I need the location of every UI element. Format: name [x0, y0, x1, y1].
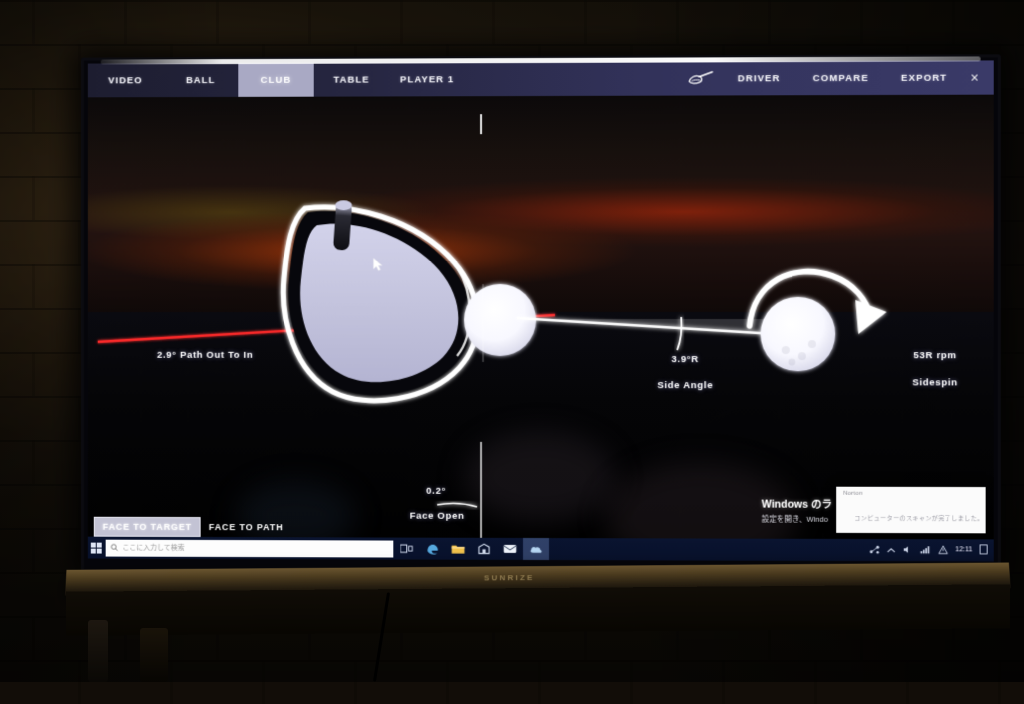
- search-icon: [111, 544, 119, 552]
- launch-monitor-app: VIDEO BALL CLUB TABLE PLAYER 1: [88, 60, 994, 561]
- wifi-icon[interactable]: [920, 541, 931, 559]
- norton-message: コンピューターのスキャンが完了しました。: [854, 513, 983, 522]
- tv-screen: VIDEO BALL CLUB TABLE PLAYER 1: [88, 60, 994, 561]
- close-icon-glyph: ×: [970, 70, 978, 86]
- label-side-angle-name-text: Side Angle: [657, 380, 713, 391]
- label-sidespin-name-text: Sidespin: [912, 377, 958, 388]
- button-driver[interactable]: DRIVER: [722, 73, 797, 84]
- golf-ball-spin: [761, 297, 836, 371]
- label-sidespin-name: Sidespin: [893, 377, 978, 388]
- tab-face-to-path-label: FACE TO PATH: [209, 522, 284, 532]
- warning-icon[interactable]: [938, 541, 948, 559]
- windows-update-notification: Windows のラ 設定を開き、Windo: [762, 497, 832, 525]
- label-club-path: 2.9° Path Out To In: [157, 350, 253, 361]
- driver-club-head: [283, 200, 477, 401]
- system-tray: 12:11: [869, 539, 993, 562]
- tab-player-1[interactable]: PLAYER 1: [389, 62, 465, 96]
- button-driver-label: DRIVER: [738, 73, 781, 84]
- norton-toast-popup[interactable]: Norton コンピューターのスキャンが完了しました。: [836, 487, 985, 534]
- mail-icon[interactable]: [497, 538, 523, 560]
- tab-video-label: VIDEO: [108, 75, 143, 86]
- top-navigation-bar: VIDEO BALL CLUB TABLE PLAYER 1: [88, 60, 994, 97]
- start-button-icon[interactable]: [88, 537, 104, 559]
- floor-object-left: [88, 620, 108, 682]
- tab-face-to-path[interactable]: FACE TO PATH: [201, 518, 292, 536]
- tab-player-1-label: PLAYER 1: [400, 74, 454, 85]
- bottom-tab-group: FACE TO TARGET FACE TO PATH: [94, 517, 292, 537]
- search-input[interactable]: ここに入力して検索: [106, 539, 394, 557]
- tab-club[interactable]: CLUB: [238, 63, 313, 97]
- label-side-angle-name: Side Angle: [637, 380, 733, 391]
- close-icon[interactable]: ×: [963, 60, 985, 94]
- volume-icon[interactable]: [903, 541, 913, 559]
- network-icon[interactable]: [869, 541, 879, 559]
- label-club-path-text: 2.9° Path Out To In: [157, 350, 253, 361]
- nav-right-group: DRIVER COMPARE EXPORT ×: [688, 60, 994, 95]
- task-view-icon[interactable]: [393, 538, 419, 560]
- tab-club-label: CLUB: [261, 74, 292, 85]
- tv-stand-front: [66, 584, 1010, 635]
- weather-icon[interactable]: [523, 538, 549, 560]
- norton-logo: Norton: [843, 491, 862, 497]
- golf-ball-impact: [464, 284, 536, 356]
- store-icon[interactable]: [471, 538, 497, 560]
- edge-icon[interactable]: [419, 538, 445, 560]
- face-open-leader: [437, 503, 477, 507]
- search-placeholder: ここに入力して検索: [122, 543, 184, 553]
- taskbar-clock[interactable]: 12:11: [955, 547, 972, 554]
- floor-object-right: [140, 628, 168, 682]
- television: VIDEO BALL CLUB TABLE PLAYER 1: [81, 54, 1001, 575]
- windows-taskbar: ここに入力して検索: [88, 537, 994, 562]
- tab-video[interactable]: VIDEO: [88, 63, 163, 97]
- label-face-angle-name-text: Face Open: [410, 511, 465, 522]
- windows-update-body: 設定を開き、Windo: [762, 514, 832, 525]
- button-compare[interactable]: COMPARE: [797, 72, 885, 83]
- notification-center-icon[interactable]: [980, 541, 988, 559]
- label-face-angle-name: Face Open: [395, 511, 479, 522]
- tab-ball[interactable]: BALL: [163, 63, 238, 97]
- golf-driver-icon: [688, 68, 716, 88]
- button-export-label: EXPORT: [901, 72, 947, 83]
- nav-left-group: VIDEO BALL CLUB TABLE PLAYER 1: [88, 62, 465, 97]
- file-explorer-icon[interactable]: [445, 538, 471, 560]
- label-sidespin-value: 53R rpm: [893, 350, 978, 361]
- button-compare-label: COMPARE: [813, 72, 869, 83]
- label-side-angle-value-text: 3.9°R: [672, 354, 699, 365]
- tab-face-to-target[interactable]: FACE TO TARGET: [94, 517, 201, 537]
- tv-brand-logo: SUNRIZE: [484, 573, 535, 582]
- windows-update-title: Windows のラ: [762, 497, 832, 512]
- chevron-up-icon[interactable]: [887, 541, 896, 559]
- button-export[interactable]: EXPORT: [885, 72, 963, 83]
- tab-face-to-target-label: FACE TO TARGET: [103, 522, 192, 532]
- label-side-angle-value: 3.9°R: [645, 354, 725, 365]
- label-face-angle-value-text: 0.2°: [426, 486, 446, 497]
- label-sidespin-value-text: 53R rpm: [913, 350, 956, 361]
- tab-ball-label: BALL: [186, 75, 215, 86]
- label-face-angle-value: 0.2°: [409, 486, 463, 497]
- tab-table-label: TABLE: [333, 74, 369, 85]
- tab-table[interactable]: TABLE: [314, 63, 390, 97]
